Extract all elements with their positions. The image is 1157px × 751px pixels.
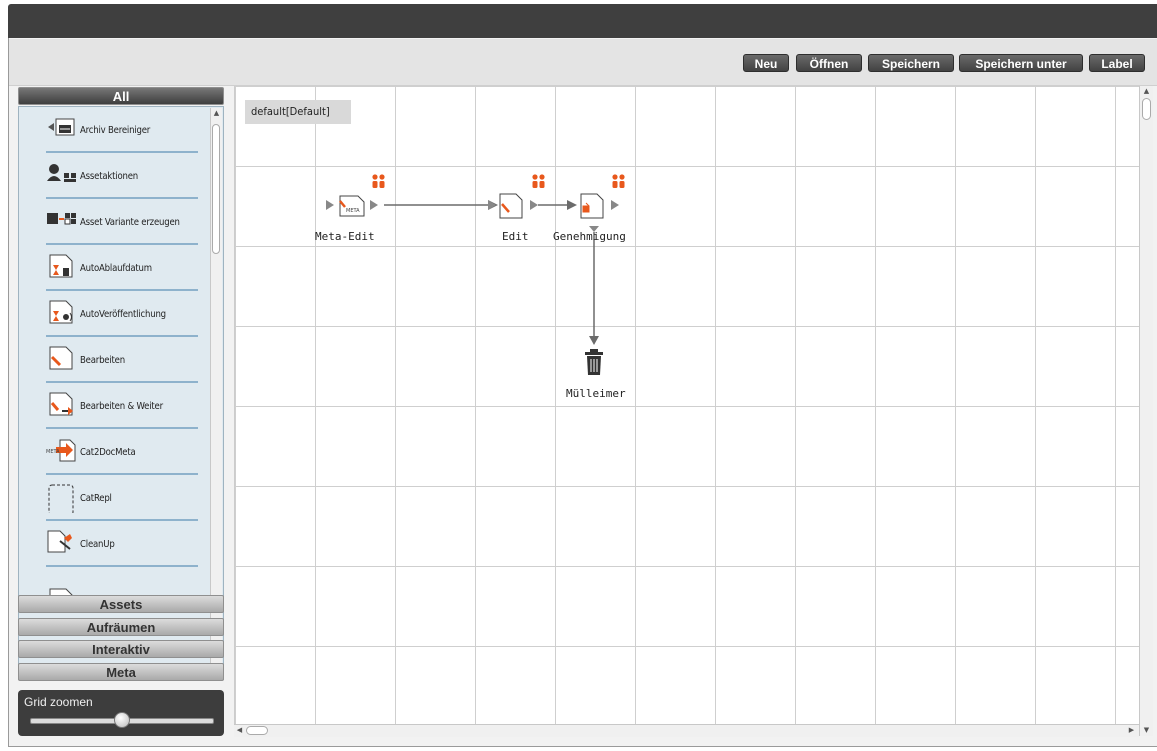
node-meta-edit[interactable]: META	[326, 174, 385, 217]
users-icon	[612, 174, 625, 188]
edit-document-icon	[499, 193, 523, 219]
users-icon	[532, 174, 545, 188]
node-label-genehmigung: Genehmigung	[553, 230, 626, 243]
canvas-vertical-scrollbar[interactable]: ▲ ▼	[1139, 86, 1153, 736]
connector-metaedit-edit[interactable]	[384, 200, 498, 210]
scroll-left-icon[interactable]: ◀	[234, 725, 245, 736]
scroll-thumb[interactable]	[246, 726, 268, 735]
scroll-right-icon[interactable]: ▶	[1126, 725, 1137, 736]
svg-text:META: META	[346, 208, 360, 214]
node-label-muelleimer: Mülleimer	[566, 387, 626, 400]
node-genehmigung[interactable]	[580, 174, 625, 219]
scroll-up-icon[interactable]: ▲	[1140, 86, 1153, 97]
meta-edit-icon: META	[339, 195, 365, 217]
output-port-icon	[530, 200, 538, 210]
scroll-thumb[interactable]	[1142, 98, 1151, 120]
workflow-graph: META	[326, 174, 625, 375]
output-port-icon	[611, 200, 619, 210]
scroll-down-icon[interactable]: ▼	[1140, 725, 1153, 736]
users-icon	[372, 174, 385, 188]
approval-icon	[580, 193, 604, 219]
output-port-icon	[370, 200, 378, 210]
canvas-horizontal-scrollbar[interactable]: ◀ ▶	[234, 724, 1139, 737]
node-edit[interactable]	[488, 174, 545, 219]
input-port-icon	[326, 200, 334, 210]
trash-icon[interactable]	[585, 349, 603, 375]
input-port-icon	[488, 200, 496, 210]
connector-genehmigung-muelleimer[interactable]	[589, 226, 599, 345]
node-label-edit: Edit	[502, 230, 529, 243]
connector-edit-genehmigung[interactable]	[538, 200, 577, 210]
node-label-meta-edit: Meta-Edit	[315, 230, 375, 243]
